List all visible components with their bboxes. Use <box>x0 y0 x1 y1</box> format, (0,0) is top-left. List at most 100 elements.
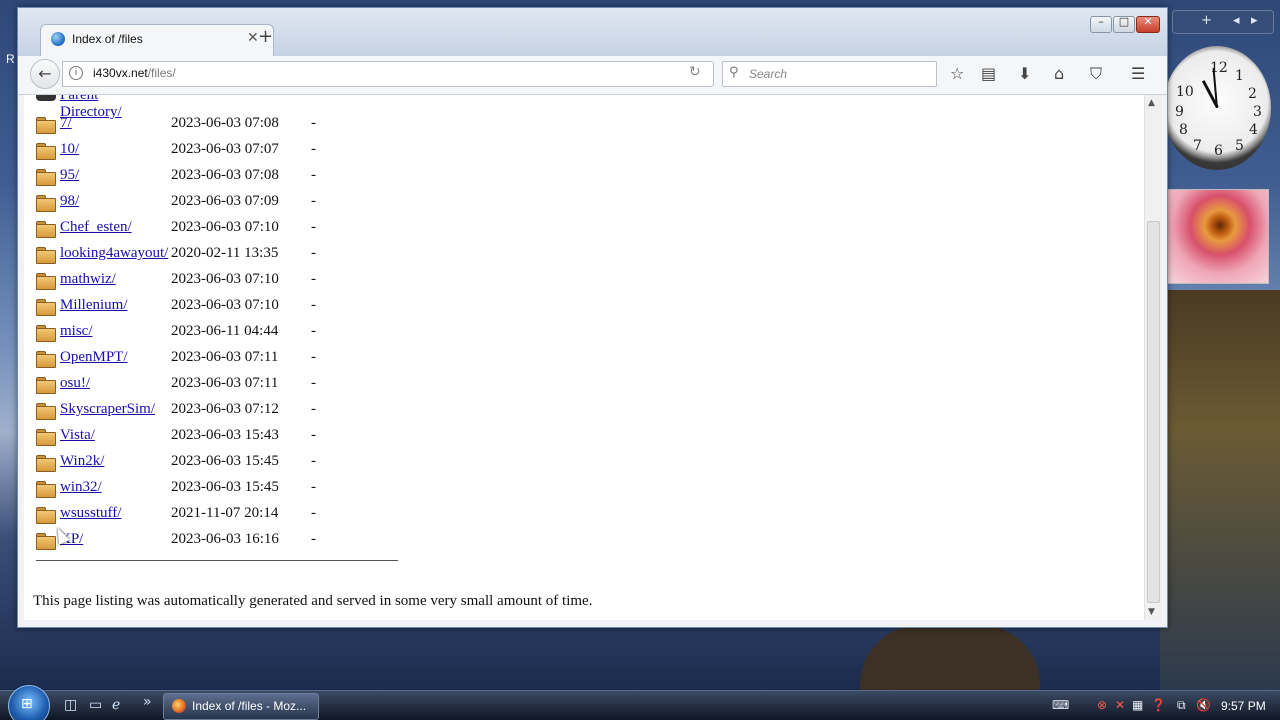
folder-icon <box>36 195 56 212</box>
folder-link[interactable]: Chef_esten/ <box>60 219 132 236</box>
folder-link[interactable]: 95/ <box>60 167 79 184</box>
folder-link[interactable]: SkyscraperSim/ <box>60 401 155 418</box>
folder-link[interactable]: looking4awayout/ <box>60 245 168 262</box>
clock-numeral: 5 <box>1235 138 1244 154</box>
clock-numeral: 10 <box>1176 84 1194 100</box>
folder-icon <box>36 351 56 368</box>
show-desktop-icon[interactable]: ▭ <box>89 697 102 713</box>
maximize-button[interactable]: □ <box>1113 15 1135 33</box>
quick-launch-app-icon[interactable]: ◫ <box>64 697 77 713</box>
slideshow-gadget[interactable] <box>1167 189 1269 284</box>
close-window-button[interactable]: ✕ <box>1136 15 1160 33</box>
keyboard-icon[interactable]: ⌨ <box>1052 698 1069 712</box>
modified-date: 2021-11-07 20:14 <box>171 505 279 521</box>
home-icon[interactable]: ⌂ <box>1054 64 1064 83</box>
folder-link[interactable]: osu!/ <box>60 375 90 392</box>
volume-muted-icon[interactable]: 🔇 <box>1196 698 1211 712</box>
folder-link[interactable]: win32/ <box>60 479 102 496</box>
folder-icon <box>36 533 56 550</box>
file-size: - <box>311 323 316 339</box>
modified-date: 2023-06-03 07:11 <box>171 375 279 391</box>
modified-date: 2023-06-03 07:11 <box>171 349 279 365</box>
modified-date: 2023-06-03 07:08 <box>171 115 279 131</box>
url-path: /files/ <box>147 66 176 80</box>
file-size: - <box>311 401 316 417</box>
scroll-up-icon[interactable]: ▲ <box>1148 98 1155 108</box>
firefox-icon <box>172 699 186 713</box>
gadget-prev-icon[interactable]: ◂ <box>1233 13 1240 28</box>
vertical-scrollbar[interactable]: ▲ ▼ <box>1144 95 1161 620</box>
folder-link[interactable]: Millenium/ <box>60 297 128 314</box>
minimize-button[interactable]: – <box>1090 15 1112 33</box>
site-info-icon[interactable]: i <box>69 66 83 80</box>
modified-date: 2023-06-03 16:16 <box>171 531 279 547</box>
security-alert-icon[interactable]: ⊗ <box>1097 698 1107 712</box>
scroll-down-icon[interactable]: ▼ <box>1148 607 1155 617</box>
folder-icon <box>36 429 56 446</box>
scrollbar-thumb[interactable] <box>1147 221 1160 603</box>
folder-link[interactable]: mathwiz/ <box>60 271 116 288</box>
clock-gadget[interactable]: 12 1 2 3 4 5 6 7 8 9 10 <box>1163 46 1271 170</box>
desktop-icon-label[interactable]: R <box>6 52 15 66</box>
search-icon: ⚲ <box>729 65 739 80</box>
folder-link[interactable]: OpenMPT/ <box>60 349 128 366</box>
taskbar-firefox-window[interactable]: Index of /files - Moz... <box>163 693 319 720</box>
folder-icon <box>36 273 56 290</box>
reading-list-icon[interactable]: ▤ <box>981 64 996 83</box>
folder-link[interactable]: 10/ <box>60 141 79 158</box>
file-size: - <box>311 219 316 235</box>
folder-link[interactable]: Vista/ <box>60 427 95 444</box>
folder-link[interactable]: wsusstuff/ <box>60 505 121 522</box>
taskbar: ⊞ ◫ ▭ ℯ » Index of /files - Moz... ⌨ ⊗ ✕… <box>0 685 1280 720</box>
folder-link[interactable]: 98/ <box>60 193 79 210</box>
url-bar[interactable]: i i430vx.net/files/ ↻ <box>62 61 714 87</box>
close-tab-icon[interactable]: ✕ <box>247 30 259 46</box>
tab-index-of-files[interactable]: Index of /files ✕ <box>40 24 274 57</box>
folder-icon <box>36 403 56 420</box>
file-size: - <box>311 531 316 547</box>
clock-numeral: 3 <box>1253 104 1262 120</box>
modified-date: 2023-06-03 07:10 <box>171 297 279 313</box>
internet-explorer-icon[interactable]: ℯ <box>112 697 120 713</box>
modified-date: 2023-06-03 07:10 <box>171 219 279 235</box>
modified-date: 2023-06-03 15:45 <box>171 453 279 469</box>
close-icon: ✕ <box>1143 15 1153 28</box>
clock-time[interactable]: 9:57 PM <box>1221 699 1266 713</box>
tray-app-icon[interactable]: ▦ <box>1132 698 1143 712</box>
search-box[interactable]: ⚲ Search <box>722 61 937 87</box>
quick-launch-more-icon[interactable]: » <box>143 694 152 710</box>
navigation-toolbar: ← i i430vx.net/files/ ↻ ⚲ Search ☆ ▤ ⬇ ⌂… <box>18 56 1167 95</box>
folder-icon <box>36 143 56 160</box>
browser-window: Index of /files ✕ + – □ ✕ ← i i430vx.net… <box>17 7 1168 628</box>
menu-icon[interactable]: ☰ <box>1131 64 1145 83</box>
gadget-next-icon[interactable]: ▸ <box>1251 13 1258 28</box>
url-domain: i430vx.net <box>93 66 148 80</box>
modified-date: 2023-06-03 07:12 <box>171 401 279 417</box>
windows-logo-icon: ⊞ <box>21 696 33 712</box>
add-gadget-icon[interactable]: + <box>1201 13 1212 28</box>
page-footer: This page listing was automatically gene… <box>33 593 593 609</box>
folder-icon <box>36 325 56 342</box>
bookmark-star-icon[interactable]: ☆ <box>950 64 964 83</box>
reload-icon[interactable]: ↻ <box>689 64 701 80</box>
url-text: i430vx.net/files/ <box>93 66 176 80</box>
modified-date: 2023-06-11 04:44 <box>171 323 279 339</box>
help-icon[interactable]: ❓ <box>1151 698 1166 712</box>
start-button[interactable]: ⊞ <box>8 685 50 720</box>
file-size: - <box>311 427 316 443</box>
clock-numeral: 6 <box>1214 143 1223 159</box>
file-size: - <box>311 375 316 391</box>
search-placeholder: Search <box>749 67 788 81</box>
network-icon[interactable]: ⧉ <box>1177 698 1186 713</box>
folder-link[interactable]: misc/ <box>60 323 93 340</box>
clock-numeral: 7 <box>1193 138 1202 154</box>
folder-link[interactable]: 7/ <box>60 115 72 132</box>
pocket-icon[interactable]: ⛉ <box>1090 64 1102 84</box>
globe-icon <box>51 32 65 46</box>
new-tab-button[interactable]: + <box>258 26 273 47</box>
error-icon[interactable]: ✕ <box>1115 698 1125 712</box>
folder-icon <box>36 247 56 264</box>
downloads-icon[interactable]: ⬇ <box>1018 64 1031 83</box>
folder-link[interactable]: Win2k/ <box>60 453 104 470</box>
back-button[interactable]: ← <box>30 59 60 89</box>
